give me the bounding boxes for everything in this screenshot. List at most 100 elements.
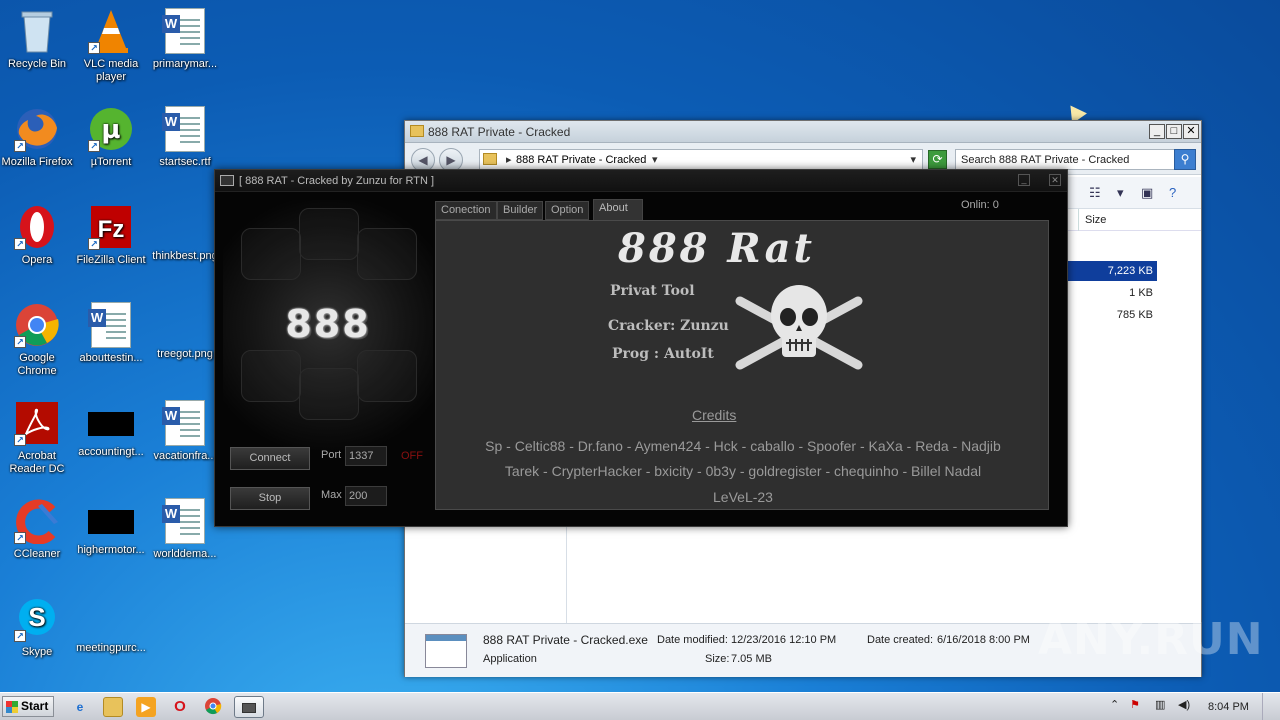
desktop-icon-label: treegot.png: [157, 348, 213, 360]
action-center-icon[interactable]: ⚑: [1130, 698, 1140, 711]
refresh-button[interactable]: ⟳: [928, 150, 947, 169]
desktop-icon-label: Skype: [21, 646, 53, 658]
port-input[interactable]: 1337: [345, 446, 387, 466]
desktop-icon-recycle-bin[interactable]: Recycle Bin: [0, 8, 74, 71]
hex-pattern: [241, 228, 301, 280]
details-filename: 888 RAT Private - Cracked.exe: [483, 633, 648, 647]
desktop-icon-label: Mozilla Firefox: [1, 156, 73, 168]
view-options-icon[interactable]: ☷: [1089, 185, 1101, 201]
ie-icon[interactable]: e: [70, 697, 90, 717]
word-doc-icon: W: [88, 302, 134, 348]
network-icon[interactable]: ▥: [1155, 698, 1165, 711]
search-icon[interactable]: ⚲: [1174, 149, 1196, 170]
rat-window[interactable]: [ 888 RAT - Cracked by Zunzu for RTN ] _…: [214, 169, 1068, 527]
maximize-button[interactable]: □: [1166, 124, 1182, 139]
desktop-icon-highermotor[interactable]: highermotor...: [74, 498, 148, 557]
volume-icon[interactable]: ◀): [1178, 698, 1190, 711]
preview-pane-icon[interactable]: ▣: [1141, 185, 1153, 201]
show-desktop-button[interactable]: [1262, 693, 1280, 720]
file-size-cell[interactable]: 7,223 KB: [1067, 261, 1157, 281]
explorer-titlebar[interactable]: 888 RAT Private - Cracked _ □ ✕: [405, 121, 1201, 143]
status-off: OFF: [401, 450, 423, 462]
clock[interactable]: 8:04 PM: [1208, 701, 1249, 713]
desktop-icon-utorrent[interactable]: µ ↗ µTorrent: [74, 106, 148, 169]
desktop-icon-accountingt[interactable]: accountingt...: [74, 400, 148, 459]
chrome-icon: ↗: [14, 302, 60, 348]
desktop-icon-label: µTorrent: [90, 156, 132, 168]
rat-title: [ 888 RAT - Cracked by Zunzu for RTN ]: [239, 175, 435, 187]
max-input[interactable]: 200: [345, 486, 387, 506]
address-bar[interactable]: ▸ 888 RAT Private - Cracked ▾ ▾: [479, 149, 923, 170]
close-button[interactable]: ✕: [1049, 174, 1061, 186]
desktop-icon-chrome[interactable]: ↗ Google Chrome: [0, 302, 74, 378]
desktop-icon-meetingpurc[interactable]: meetingpurc...: [74, 596, 148, 655]
rat-taskbar-button[interactable]: [234, 696, 264, 718]
close-button[interactable]: ✕: [1183, 124, 1199, 139]
filezilla-icon: Fz ↗: [88, 204, 134, 250]
minimize-button[interactable]: _: [1018, 174, 1030, 186]
chevron-right-icon[interactable]: ▸: [506, 153, 512, 166]
desktop-icon-thinkbest[interactable]: thinkbest.png: [148, 204, 222, 263]
port-label: Port: [321, 449, 342, 461]
stop-button[interactable]: Stop: [230, 487, 310, 510]
desktop-icon-label: primarymar...: [152, 58, 218, 70]
explorer-taskbar-icon[interactable]: [103, 697, 123, 717]
tab-option[interactable]: Option: [545, 201, 590, 220]
desktop-icon-label: VLC media player: [83, 58, 139, 83]
desktop-icon-label: abouttestin...: [79, 352, 143, 364]
taskbar: Start e ▶ O ⌃ ⚑ ▥ ◀) 8:04 PM: [0, 692, 1280, 720]
desktop-icon-filezilla[interactable]: Fz ↗ FileZilla Client: [74, 204, 148, 267]
online-count: Onlin: 0: [961, 199, 999, 211]
credits-line: Tarek - CrypterHacker - bxicity - 0b3y -…: [504, 463, 982, 479]
details-size: 7.05 MB: [731, 653, 772, 665]
file-size-cell[interactable]: 785 KB: [1067, 305, 1157, 325]
desktop-icon-abouttestin[interactable]: W abouttestin...: [74, 302, 148, 365]
desktop-icon-opera[interactable]: ↗ Opera: [0, 204, 74, 267]
chrome-icon[interactable]: [203, 697, 223, 717]
desktop-icon-firefox[interactable]: ↗ Mozilla Firefox: [0, 106, 74, 169]
desktop-icon-primarymar[interactable]: W primarymar...: [148, 8, 222, 71]
hex-pattern: [299, 208, 359, 260]
search-placeholder: Search 888 RAT Private - Cracked: [961, 154, 1130, 166]
image-file-icon: [88, 510, 134, 534]
column-size-header[interactable]: Size: [1085, 214, 1106, 226]
about-title: 888 Rat: [618, 225, 815, 272]
desktop-icon-worlddema[interactable]: W worlddema...: [148, 498, 222, 561]
minimize-button[interactable]: _: [1149, 124, 1165, 139]
folder-icon: [410, 125, 424, 137]
tab-conection[interactable]: Conection: [435, 201, 497, 220]
desktop-icon-acrobat[interactable]: ↗ Acrobat Reader DC: [0, 400, 74, 476]
start-button[interactable]: Start: [2, 696, 54, 717]
explorer-title: 888 RAT Private - Cracked: [428, 125, 571, 139]
about-panel: 888 Rat Privat Tool Cracker: Zunzu Prog …: [435, 220, 1049, 510]
application-file-icon: [425, 634, 467, 668]
file-size-cell[interactable]: 1 KB: [1067, 283, 1157, 303]
help-icon[interactable]: ?: [1169, 185, 1176, 200]
desktop-icon-skype[interactable]: S ↗ Skype: [0, 596, 74, 659]
search-input[interactable]: Search 888 RAT Private - Cracked ⚲: [955, 149, 1196, 170]
opera-icon[interactable]: O: [170, 697, 190, 717]
show-hidden-icons[interactable]: ⌃: [1110, 698, 1119, 711]
tab-about[interactable]: About: [593, 199, 643, 220]
column-divider[interactable]: [1078, 209, 1079, 231]
acrobat-icon: ↗: [14, 400, 60, 446]
skype-icon: S ↗: [14, 596, 60, 642]
connect-button[interactable]: Connect: [230, 447, 310, 470]
word-doc-icon: W: [162, 106, 208, 152]
chevron-down-icon[interactable]: ▾: [652, 153, 658, 166]
chevron-down-icon[interactable]: ▾: [1117, 185, 1124, 201]
word-doc-icon: W: [162, 400, 208, 446]
media-player-icon[interactable]: ▶: [136, 697, 156, 717]
desktop-icon-ccleaner[interactable]: ↗ CCleaner: [0, 498, 74, 561]
image-file-icon: [162, 314, 208, 338]
address-dropdown-icon[interactable]: ▾: [910, 153, 916, 166]
desktop-icon-startsec[interactable]: W startsec.rtf: [148, 106, 222, 169]
hex-pattern: [357, 228, 417, 280]
tab-builder[interactable]: Builder: [497, 201, 544, 220]
desktop-icon-vlc[interactable]: ↗ VLC media player: [74, 8, 148, 84]
desktop-icon-label: CCleaner: [13, 548, 61, 560]
desktop-icon-vacationfra[interactable]: W vacationfra...: [148, 400, 222, 463]
desktop-icon-treegot[interactable]: treegot.png: [148, 302, 222, 361]
desktop-icon-label: Acrobat Reader DC: [9, 450, 65, 475]
rat-titlebar[interactable]: [ 888 RAT - Cracked by Zunzu for RTN ] _…: [215, 170, 1067, 192]
